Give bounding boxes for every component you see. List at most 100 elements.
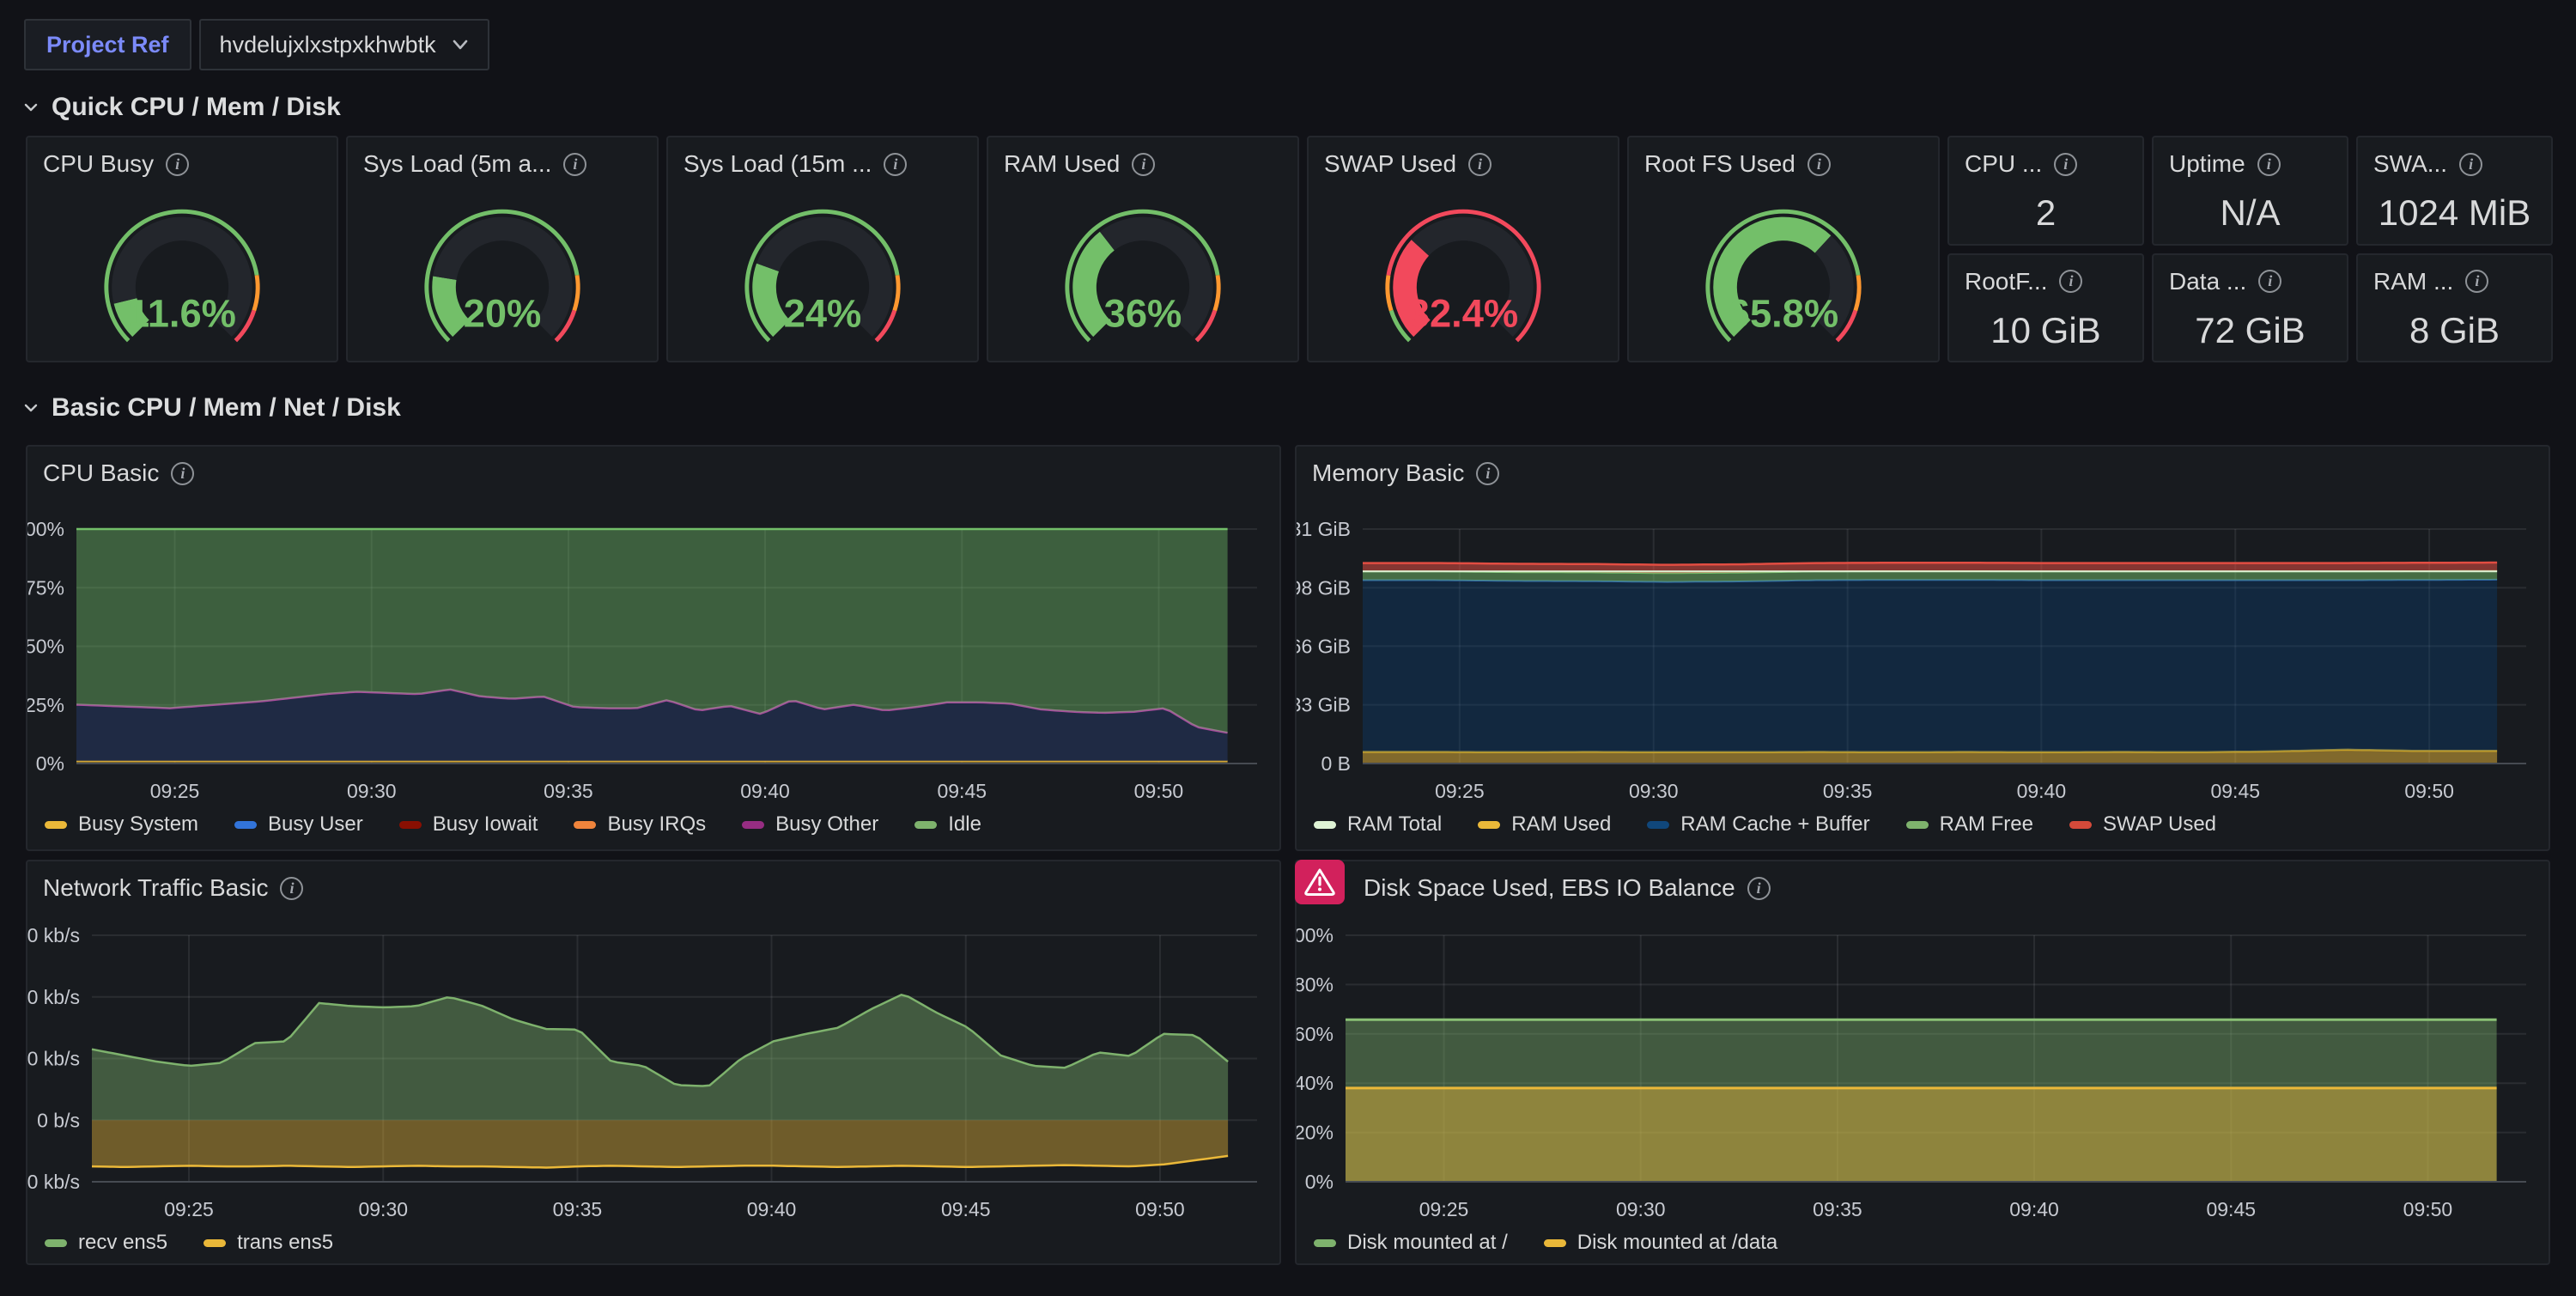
svg-text:-100 kb/s: -100 kb/s <box>27 1171 80 1193</box>
legend-chip <box>204 1239 226 1247</box>
panel-title[interactable]: Network Traffic Basic <box>43 874 268 902</box>
variable-dropdown[interactable]: hvdelujxlxstpxkhwbtk <box>199 19 489 70</box>
legend-item[interactable]: RAM Cache + Buffer <box>1647 812 1869 837</box>
legend-label: RAM Free <box>1940 812 2033 837</box>
svg-text:2.33 GiB: 2.33 GiB <box>1297 694 1351 716</box>
section-quick-header[interactable]: Quick CPU / Mem / Disk <box>0 70 2576 136</box>
legend-label: Busy User <box>268 812 363 837</box>
legend-item[interactable]: Busy System <box>45 812 198 837</box>
svg-text:09:30: 09:30 <box>347 780 397 802</box>
panel-title[interactable]: Root FS Used <box>1644 150 1795 178</box>
panel-title[interactable]: SWA... <box>2373 150 2447 178</box>
panel-title[interactable]: RAM ... <box>2373 268 2453 295</box>
section-quick-title: Quick CPU / Mem / Disk <box>52 93 341 122</box>
cpu-basic-chart[interactable]: 100%75%50%25%0%09:2509:3009:3509:4009:45… <box>27 520 1279 814</box>
legend-label: RAM Used <box>1511 812 1611 837</box>
info-icon[interactable]: i <box>2054 153 2077 176</box>
section-basic-header[interactable]: Basic CPU / Mem / Net / Disk <box>0 362 2576 436</box>
legend-item[interactable]: Idle <box>914 812 981 837</box>
legend-item[interactable]: Disk mounted at / <box>1314 1231 1508 1255</box>
panel-title[interactable]: Disk Space Used, EBS IO Balance <box>1364 874 1735 902</box>
legend-item[interactable]: Disk mounted at /data <box>1544 1231 1777 1255</box>
svg-text:20%: 20% <box>1297 1122 1334 1144</box>
info-icon[interactable]: i <box>563 153 586 176</box>
legend-item[interactable]: RAM Used <box>1478 812 1611 837</box>
svg-text:09:25: 09:25 <box>1435 780 1485 802</box>
info-icon[interactable]: i <box>280 877 303 900</box>
legend-chip <box>1314 821 1336 829</box>
legend-item[interactable]: RAM Free <box>1906 812 2033 837</box>
info-icon[interactable]: i <box>2059 270 2082 293</box>
network-traffic-legend: recv ens5 trans ens5 <box>45 1231 1264 1255</box>
svg-text:09:50: 09:50 <box>1135 1198 1185 1220</box>
info-icon[interactable]: i <box>1807 153 1831 176</box>
panel-title[interactable]: Memory Basic <box>1312 459 1464 487</box>
stat-value: 1024 MiB <box>2358 192 2551 234</box>
stat-value: N/A <box>2154 192 2347 234</box>
legend-chip <box>742 821 764 829</box>
svg-text:09:25: 09:25 <box>1419 1198 1469 1220</box>
svg-text:9.31 GiB: 9.31 GiB <box>1297 520 1351 540</box>
stats-grid: CPU ...i 2 Uptimei N/A SWA...i 1024 MiB … <box>1947 136 2553 362</box>
panel-title[interactable]: Uptime <box>2169 150 2245 178</box>
panel-network-traffic-basic: Network Traffic Basic i 300 kb/s200 kb/s1… <box>26 860 1281 1265</box>
legend-item[interactable]: Busy Iowait <box>399 812 538 837</box>
panel-title[interactable]: RAM Used <box>1004 150 1120 178</box>
legend-label: SWAP Used <box>2103 812 2216 837</box>
legend-item[interactable]: RAM Total <box>1314 812 1442 837</box>
panel-data-disk: Data ... i 72 GiB <box>2152 253 2348 363</box>
legend-label: Busy Iowait <box>433 812 538 837</box>
legend-item[interactable]: Busy Other <box>742 812 878 837</box>
info-icon[interactable]: i <box>171 462 194 485</box>
legend-label: Disk mounted at /data <box>1577 1231 1777 1255</box>
panel-ram-used: RAM Usedi 36% <box>987 136 1299 362</box>
panel-sys-load-15m: Sys Load (15m ...i 24% <box>666 136 979 362</box>
legend-item[interactable]: trans ens5 <box>204 1231 333 1255</box>
stat-value: 2 <box>1949 192 2142 234</box>
legend-item[interactable]: Busy User <box>234 812 363 837</box>
panel-title[interactable]: SWAP Used <box>1324 150 1456 178</box>
legend-item[interactable]: recv ens5 <box>45 1231 167 1255</box>
dashboard: Project Ref hvdelujxlxstpxkhwbtk Quick C… <box>0 0 2576 1265</box>
section-basic-title: Basic CPU / Mem / Net / Disk <box>52 393 401 423</box>
legend-label: Busy Other <box>775 812 878 837</box>
alert-icon[interactable] <box>1295 860 1345 904</box>
panel-title[interactable]: Data ... <box>2169 268 2246 295</box>
panel-title[interactable]: RootF... <box>1965 268 2047 295</box>
stat-value: 72 GiB <box>2154 310 2347 351</box>
legend-chip <box>914 821 937 829</box>
info-icon[interactable]: i <box>1468 153 1492 176</box>
legend-chip <box>1314 1239 1336 1247</box>
info-icon[interactable]: i <box>2465 270 2488 293</box>
panel-title[interactable]: Sys Load (15m ... <box>683 150 872 178</box>
info-icon[interactable]: i <box>1132 153 1155 176</box>
legend-label: RAM Total <box>1347 812 1442 837</box>
variable-label[interactable]: Project Ref <box>24 19 191 70</box>
info-icon[interactable]: i <box>2258 270 2281 293</box>
panel-title[interactable]: Sys Load (5m a... <box>363 150 551 178</box>
legend-label: Busy System <box>78 812 198 837</box>
memory-basic-chart[interactable]: 9.31 GiB6.98 GiB4.66 GiB2.33 GiB0 B09:25… <box>1297 520 2549 814</box>
info-icon[interactable]: i <box>884 153 907 176</box>
network-traffic-chart[interactable]: 300 kb/s200 kb/s100 kb/s0 b/s-100 kb/s09… <box>27 927 1279 1231</box>
svg-text:80%: 80% <box>1297 973 1334 995</box>
panel-title[interactable]: CPU Basic <box>43 459 159 487</box>
panel-title[interactable]: CPU ... <box>1965 150 2042 178</box>
info-icon[interactable]: i <box>2257 153 2281 176</box>
chevron-down-icon <box>22 101 39 113</box>
info-icon[interactable]: i <box>166 153 189 176</box>
info-icon[interactable]: i <box>1747 877 1771 900</box>
legend-chip <box>1478 821 1500 829</box>
svg-text:09:45: 09:45 <box>2210 780 2260 802</box>
legend-item[interactable]: Busy IRQs <box>574 812 706 837</box>
panel-swap-used: SWAP Usedi 32.4% <box>1307 136 1619 362</box>
svg-text:09:25: 09:25 <box>150 780 200 802</box>
info-icon[interactable]: i <box>1476 462 1499 485</box>
panel-title[interactable]: CPU Busy <box>43 150 154 178</box>
legend-chip <box>234 821 257 829</box>
disk-space-chart[interactable]: 100%80%60%40%20%0%09:2509:3009:3509:4009… <box>1297 927 2549 1231</box>
legend-item[interactable]: SWAP Used <box>2069 812 2216 837</box>
svg-text:0%: 0% <box>1305 1171 1334 1193</box>
chevron-down-icon <box>452 39 469 51</box>
info-icon[interactable]: i <box>2459 153 2482 176</box>
